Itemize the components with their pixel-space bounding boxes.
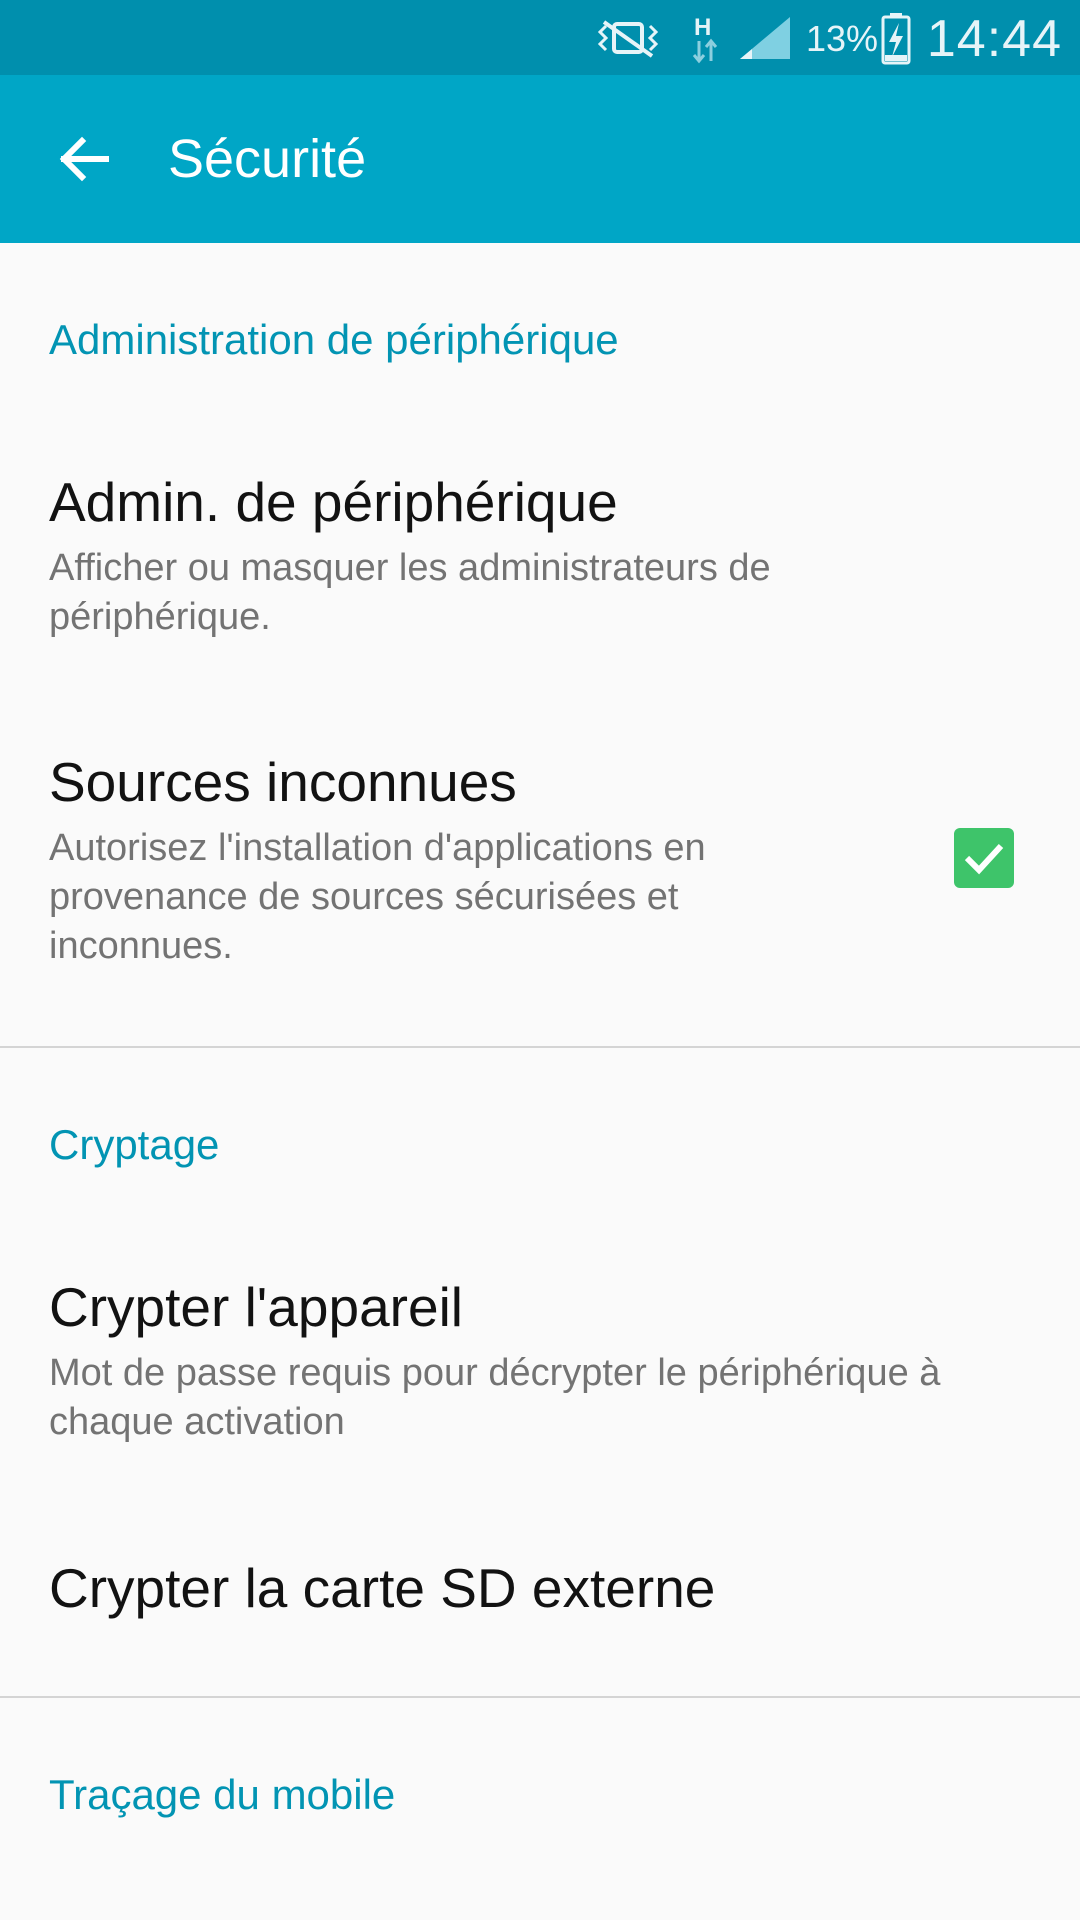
clock: 14:44	[926, 10, 1062, 68]
section-divider	[0, 1046, 1080, 1048]
section-header-find-mobile: Traçage du mobile	[49, 1771, 396, 1818]
app-bar: Sécurité	[0, 75, 1080, 243]
item-title: Crypter l'appareil	[49, 1276, 464, 1338]
back-button[interactable]	[52, 127, 116, 191]
item-title: Sources inconnues	[49, 751, 517, 813]
signal-icon	[738, 0, 792, 75]
page-title: Sécurité	[168, 129, 367, 189]
item-title: Admin. de périphérique	[49, 471, 618, 533]
hspa-data-icon: H	[690, 0, 720, 75]
section-divider	[0, 1696, 1080, 1698]
battery-charging-icon	[880, 0, 912, 75]
section-header-device-admin: Administration de périphérique	[49, 316, 619, 363]
check-icon	[964, 843, 1004, 875]
list-item-encrypt-device[interactable]: Crypter l'appareil Mot de passe requis p…	[0, 1225, 1080, 1495]
battery-percent: 13%	[806, 18, 879, 59]
unknown-sources-checkbox[interactable]	[954, 828, 1014, 888]
item-summary: Autorisez l'installation d'applications …	[49, 827, 706, 967]
arrow-left-icon	[59, 136, 109, 182]
section-header-encryption: Cryptage	[49, 1121, 220, 1168]
item-title: Crypter la carte SD externe	[49, 1557, 716, 1619]
item-summary: Afficher ou masquer les administrateurs …	[49, 547, 771, 638]
item-summary: Mot de passe requis pour décrypter le pé…	[49, 1352, 941, 1443]
list-item-unknown-sources[interactable]: Sources inconnues Autorisez l'installati…	[0, 700, 1080, 1040]
list-item-encrypt-sd-card[interactable]: Crypter la carte SD externe	[0, 1500, 1080, 1690]
status-bar: H 13% 14:44	[0, 0, 1080, 75]
list-item-device-admin[interactable]: Admin. de périphérique Afficher ou masqu…	[0, 420, 1080, 690]
svg-text:H: H	[694, 14, 711, 41]
vibrate-mute-icon	[592, 0, 666, 75]
